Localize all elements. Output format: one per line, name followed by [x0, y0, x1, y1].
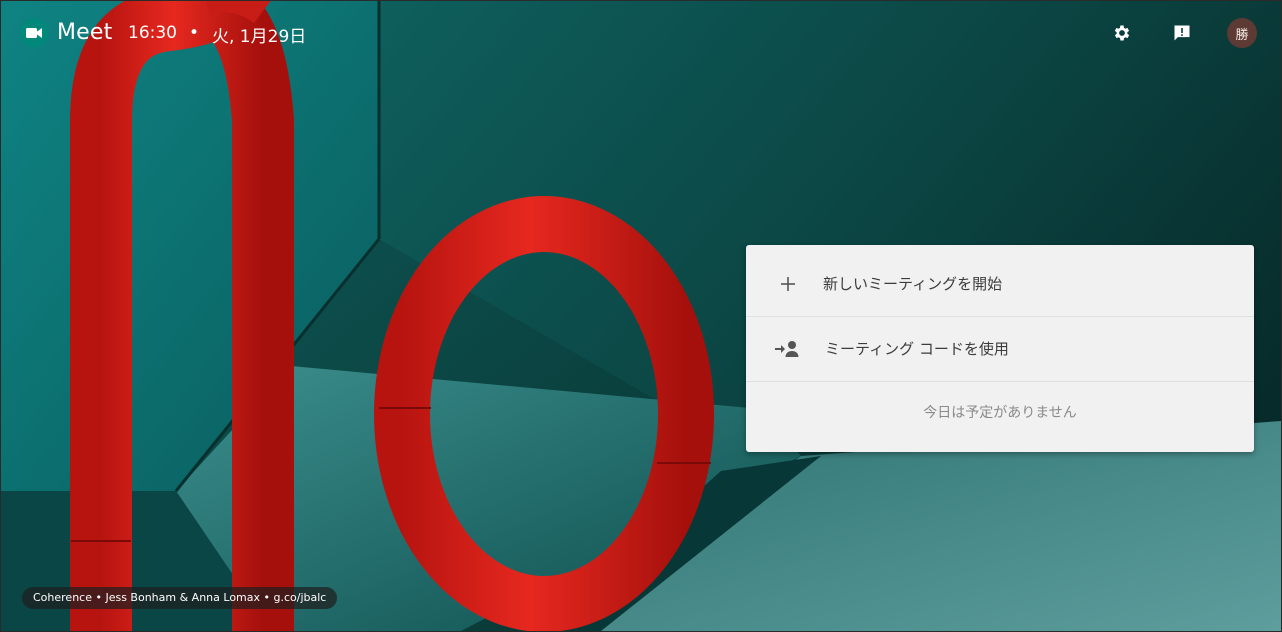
- background-credit-chip[interactable]: Coherence • Jess Bonham & Anna Lomax • g…: [22, 587, 338, 609]
- plus-icon: [775, 271, 801, 297]
- current-date: 火, 1月29日: [212, 27, 307, 47]
- feedback-button[interactable]: [1168, 19, 1196, 47]
- time-date-separator: •: [189, 23, 200, 43]
- settings-button[interactable]: [1108, 19, 1136, 47]
- meeting-options-card: 新しいミーティングを開始 ミーティング コードを使用 今日は予定がありません: [746, 245, 1254, 452]
- current-time: 16:30: [128, 23, 177, 43]
- no-meetings-today-text: 今日は予定がありません: [923, 405, 1077, 421]
- join-with-code-label: ミーティング コードを使用: [825, 340, 1009, 358]
- gear-icon: [1114, 25, 1130, 41]
- join-with-code-button[interactable]: ミーティング コードを使用: [746, 316, 1254, 380]
- account-avatar[interactable]: 勝: [1227, 18, 1257, 48]
- new-meeting-label: 新しいミーティングを開始: [823, 275, 1003, 293]
- app-title: Meet: [57, 20, 113, 45]
- person-join-icon: [775, 336, 801, 362]
- top-bar: Meet 16:30 • 火, 1月29日 勝: [1, 1, 1281, 65]
- meet-logo-icon[interactable]: [19, 18, 49, 48]
- menu-divider: [746, 381, 1254, 382]
- meet-home-window: Meet 16:30 • 火, 1月29日 勝 新しいミーティングを開始 ミーテ…: [0, 0, 1282, 632]
- new-meeting-button[interactable]: 新しいミーティングを開始: [746, 251, 1254, 315]
- feedback-icon: [1174, 25, 1190, 41]
